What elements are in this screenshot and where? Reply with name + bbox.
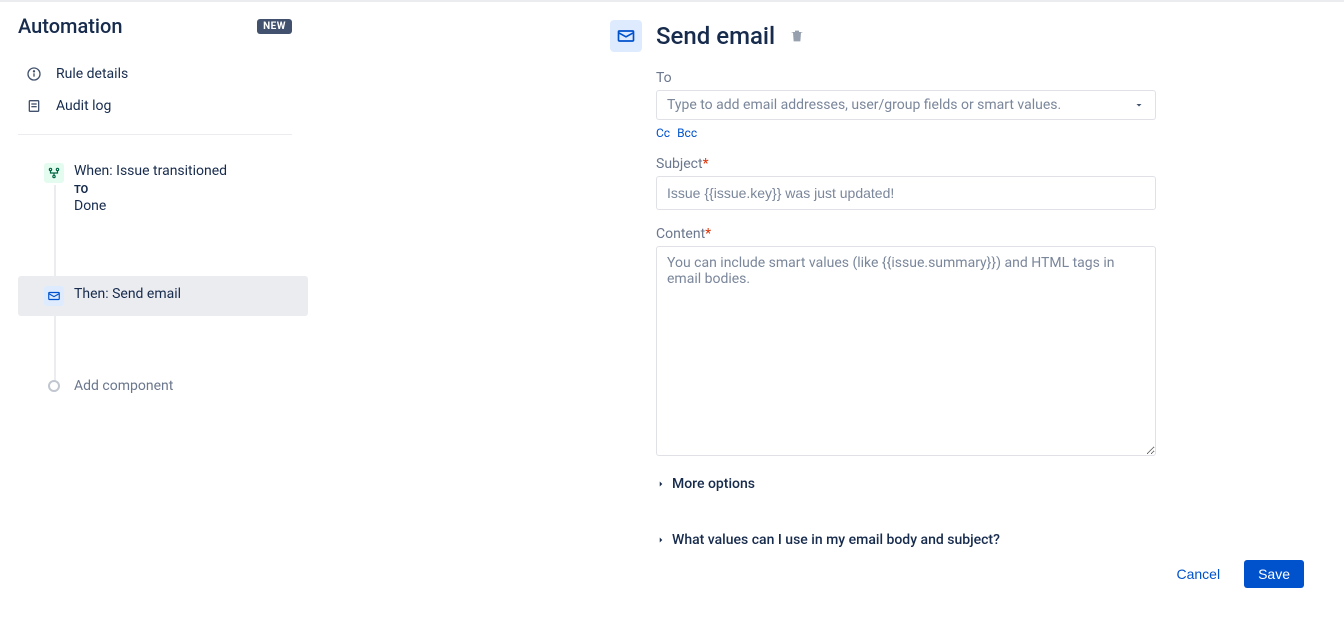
cancel-button[interactable]: Cancel xyxy=(1162,560,1234,588)
bcc-link[interactable]: Bcc xyxy=(677,126,697,140)
chevron-right-icon xyxy=(656,479,666,489)
circle-icon xyxy=(48,380,60,392)
action-title: Then: Send email xyxy=(74,286,181,302)
subject-label: Subject* xyxy=(656,156,1304,172)
trigger-step[interactable]: When: Issue transitioned TO Done xyxy=(18,153,308,274)
add-component[interactable]: Add component xyxy=(18,368,310,404)
action-body: Then: Send email xyxy=(74,286,181,302)
more-options-label: More options xyxy=(672,476,755,492)
side-links: Rule details Audit log xyxy=(0,42,310,128)
section-icon-box xyxy=(610,20,642,52)
action-step[interactable]: Then: Send email xyxy=(18,276,308,316)
to-input[interactable]: Type to add email addresses, user/group … xyxy=(656,90,1156,120)
content-field-group: Content* xyxy=(656,226,1304,460)
to-label: To xyxy=(656,70,1304,86)
content-input[interactable] xyxy=(656,246,1156,456)
content-label: Content* xyxy=(656,226,1304,242)
mail-icon xyxy=(47,289,61,303)
delete-button[interactable] xyxy=(789,28,805,44)
rule-steps: When: Issue transitioned TO Done Then: S… xyxy=(0,141,310,414)
help-label: What values can I use in my email body a… xyxy=(672,532,1000,548)
page-title: Automation xyxy=(18,14,123,38)
trigger-body: When: Issue transitioned TO Done xyxy=(74,163,227,214)
list-icon xyxy=(26,98,42,114)
audit-log-link[interactable]: Audit log xyxy=(0,90,310,122)
audit-log-label: Audit log xyxy=(56,98,111,114)
new-badge: NEW xyxy=(257,19,292,34)
trash-icon xyxy=(789,28,805,44)
content-label-text: Content xyxy=(656,226,705,242)
info-icon xyxy=(26,66,42,82)
add-component-label: Add component xyxy=(74,378,173,394)
save-button[interactable]: Save xyxy=(1244,560,1304,588)
rule-details-label: Rule details xyxy=(56,66,128,82)
trigger-title: When: Issue transitioned xyxy=(74,163,227,179)
to-placeholder: Type to add email addresses, user/group … xyxy=(667,97,1061,113)
sidebar: Automation NEW Rule details Audit log xyxy=(0,2,310,638)
form: To Type to add email addresses, user/gro… xyxy=(656,70,1304,548)
chevron-down-icon xyxy=(1133,99,1145,111)
rule-details-link[interactable]: Rule details xyxy=(0,58,310,90)
cc-bcc-row: Cc Bcc xyxy=(656,126,1304,140)
more-options-toggle[interactable]: More options xyxy=(656,476,1304,492)
trigger-icon-box xyxy=(44,163,64,183)
mail-icon xyxy=(616,26,636,46)
help-toggle[interactable]: What values can I use in my email body a… xyxy=(656,532,1304,548)
divider xyxy=(18,134,292,135)
required-marker: * xyxy=(703,156,709,172)
action-icon-box xyxy=(44,286,64,306)
main-panel: Send email To Type to add email addresse… xyxy=(310,2,1344,638)
to-field-group: To Type to add email addresses, user/gro… xyxy=(656,70,1304,140)
section-header: Send email xyxy=(610,20,1304,52)
cc-link[interactable]: Cc xyxy=(656,126,670,140)
subject-field-group: Subject* xyxy=(656,156,1304,210)
subject-label-text: Subject xyxy=(656,156,703,172)
required-marker: * xyxy=(705,226,711,242)
sidebar-header: Automation NEW xyxy=(0,14,310,42)
trigger-to-value: Done xyxy=(74,198,227,214)
subject-input[interactable] xyxy=(656,176,1156,210)
trigger-to-label: TO xyxy=(74,183,227,196)
section-title: Send email xyxy=(656,22,775,50)
chevron-right-icon xyxy=(656,535,666,545)
branch-icon xyxy=(47,166,61,180)
footer-actions: Cancel Save xyxy=(1162,560,1304,588)
